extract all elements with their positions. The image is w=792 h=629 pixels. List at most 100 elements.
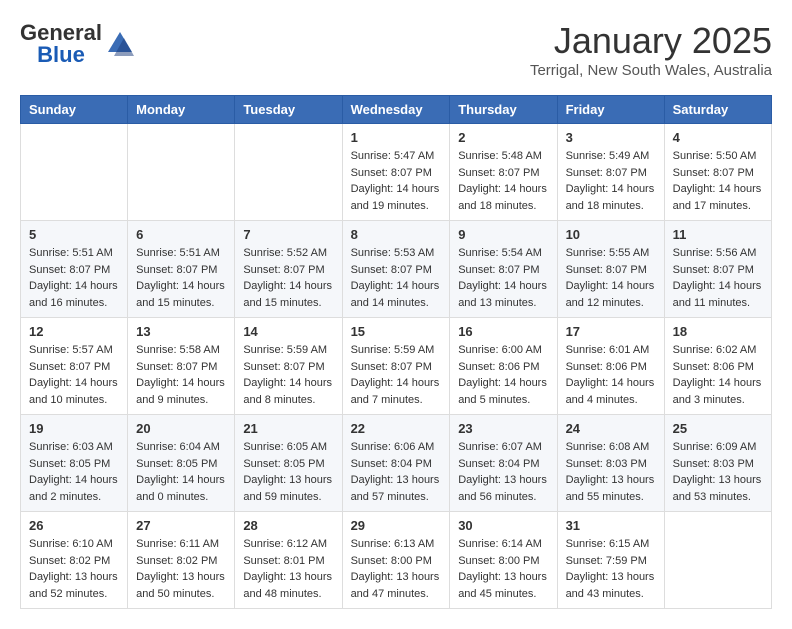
calendar-cell: 28 Sunrise: 6:12 AM Sunset: 8:01 PM Dayli… [235,512,342,609]
weekday-header-monday: Monday [128,96,235,124]
day-number: 20 [136,421,226,436]
day-number: 26 [29,518,119,533]
day-info: Sunrise: 5:48 AM Sunset: 8:07 PM Dayligh… [458,148,548,214]
weekday-header-tuesday: Tuesday [235,96,342,124]
day-number: 22 [351,421,442,436]
day-info: Sunrise: 5:50 AM Sunset: 8:07 PM Dayligh… [673,148,763,214]
day-info: Sunrise: 5:51 AM Sunset: 8:07 PM Dayligh… [136,245,226,311]
day-info: Sunrise: 6:05 AM Sunset: 8:05 PM Dayligh… [243,439,333,505]
day-number: 5 [29,227,119,242]
week-row-1: 1 Sunrise: 5:47 AM Sunset: 8:07 PM Daylig… [21,124,772,221]
calendar-cell: 26 Sunrise: 6:10 AM Sunset: 8:02 PM Dayli… [21,512,128,609]
day-info: Sunrise: 6:00 AM Sunset: 8:06 PM Dayligh… [458,342,548,408]
day-info: Sunrise: 5:52 AM Sunset: 8:07 PM Dayligh… [243,245,333,311]
day-info: Sunrise: 5:56 AM Sunset: 8:07 PM Dayligh… [673,245,763,311]
day-number: 10 [566,227,656,242]
day-info: Sunrise: 6:06 AM Sunset: 8:04 PM Dayligh… [351,439,442,505]
day-number: 7 [243,227,333,242]
calendar-cell: 2 Sunrise: 5:48 AM Sunset: 8:07 PM Daylig… [450,124,557,221]
calendar-cell: 3Sunrise: 5:49 AM Sunset: 8:07 PM Daylig… [557,124,664,221]
day-info: Sunrise: 5:51 AM Sunset: 8:07 PM Dayligh… [29,245,119,311]
day-info: Sunrise: 6:03 AM Sunset: 8:05 PM Dayligh… [29,439,119,505]
week-row-3: 12Sunrise: 5:57 AM Sunset: 8:07 PM Dayli… [21,318,772,415]
day-info: Sunrise: 6:15 AM Sunset: 7:59 PM Dayligh… [566,536,656,602]
weekday-header-friday: Friday [557,96,664,124]
day-number: 6 [136,227,226,242]
calendar-cell: 31 Sunrise: 6:15 AM Sunset: 7:59 PM Dayli… [557,512,664,609]
calendar-cell: 15 Sunrise: 5:59 AM Sunset: 8:07 PM Dayli… [342,318,450,415]
day-number: 14 [243,324,333,339]
title-block: January 2025 Terrigal, New South Wales, … [530,20,772,79]
calendar-cell: 24 Sunrise: 6:08 AM Sunset: 8:03 PM Dayli… [557,415,664,512]
month-title: January 2025 [530,20,772,62]
day-info: Sunrise: 5:55 AM Sunset: 8:07 PM Dayligh… [566,245,656,311]
logo-icon [106,30,134,58]
logo-blue: Blue [37,42,85,68]
day-info: Sunrise: 5:49 AM Sunset: 8:07 PM Dayligh… [566,148,656,214]
calendar-cell: 14Sunrise: 5:59 AM Sunset: 8:07 PM Dayli… [235,318,342,415]
calendar-cell: 19 Sunrise: 6:03 AM Sunset: 8:05 PM Dayli… [21,415,128,512]
day-info: Sunrise: 5:53 AM Sunset: 8:07 PM Dayligh… [351,245,442,311]
day-number: 4 [673,130,763,145]
day-info: Sunrise: 6:14 AM Sunset: 8:00 PM Dayligh… [458,536,548,602]
day-info: Sunrise: 6:11 AM Sunset: 8:02 PM Dayligh… [136,536,226,602]
calendar-cell: 16 Sunrise: 6:00 AM Sunset: 8:06 PM Dayli… [450,318,557,415]
day-info: Sunrise: 6:13 AM Sunset: 8:00 PM Dayligh… [351,536,442,602]
calendar-cell: 23Sunrise: 6:07 AM Sunset: 8:04 PM Dayli… [450,415,557,512]
calendar-cell: 25Sunrise: 6:09 AM Sunset: 8:03 PM Dayli… [664,415,771,512]
day-number: 19 [29,421,119,436]
calendar-cell: 30 Sunrise: 6:14 AM Sunset: 8:00 PM Dayli… [450,512,557,609]
calendar-cell [21,124,128,221]
weekday-header-saturday: Saturday [664,96,771,124]
day-number: 31 [566,518,656,533]
day-number: 2 [458,130,548,145]
day-number: 9 [458,227,548,242]
day-number: 29 [351,518,442,533]
day-info: Sunrise: 5:47 AM Sunset: 8:07 PM Dayligh… [351,148,442,214]
week-row-2: 5 Sunrise: 5:51 AM Sunset: 8:07 PM Daylig… [21,221,772,318]
day-number: 25 [673,421,763,436]
calendar-cell: 22 Sunrise: 6:06 AM Sunset: 8:04 PM Dayli… [342,415,450,512]
week-row-4: 19 Sunrise: 6:03 AM Sunset: 8:05 PM Dayli… [21,415,772,512]
day-number: 28 [243,518,333,533]
weekday-header-sunday: Sunday [21,96,128,124]
calendar-cell: 21 Sunrise: 6:05 AM Sunset: 8:05 PM Dayli… [235,415,342,512]
day-number: 1 [351,130,442,145]
calendar-cell: 6 Sunrise: 5:51 AM Sunset: 8:07 PM Daylig… [128,221,235,318]
calendar-cell: 18 Sunrise: 6:02 AM Sunset: 8:06 PM Dayli… [664,318,771,415]
calendar-cell: 27 Sunrise: 6:11 AM Sunset: 8:02 PM Dayli… [128,512,235,609]
day-info: Sunrise: 6:10 AM Sunset: 8:02 PM Dayligh… [29,536,119,602]
day-info: Sunrise: 6:12 AM Sunset: 8:01 PM Dayligh… [243,536,333,602]
calendar-cell: 20Sunrise: 6:04 AM Sunset: 8:05 PM Dayli… [128,415,235,512]
calendar-cell [235,124,342,221]
calendar-cell: 11 Sunrise: 5:56 AM Sunset: 8:07 PM Dayli… [664,221,771,318]
day-info: Sunrise: 5:59 AM Sunset: 8:07 PM Dayligh… [351,342,442,408]
day-number: 18 [673,324,763,339]
calendar-cell: 29 Sunrise: 6:13 AM Sunset: 8:00 PM Dayli… [342,512,450,609]
calendar-cell [664,512,771,609]
day-number: 30 [458,518,548,533]
day-info: Sunrise: 6:08 AM Sunset: 8:03 PM Dayligh… [566,439,656,505]
calendar-table: SundayMondayTuesdayWednesdayThursdayFrid… [20,95,772,609]
day-number: 24 [566,421,656,436]
calendar-cell: 8Sunrise: 5:53 AM Sunset: 8:07 PM Daylig… [342,221,450,318]
day-number: 16 [458,324,548,339]
day-info: Sunrise: 6:01 AM Sunset: 8:06 PM Dayligh… [566,342,656,408]
day-info: Sunrise: 6:02 AM Sunset: 8:06 PM Dayligh… [673,342,763,408]
calendar-cell: 7 Sunrise: 5:52 AM Sunset: 8:07 PM Daylig… [235,221,342,318]
calendar-cell: 9Sunrise: 5:54 AM Sunset: 8:07 PM Daylig… [450,221,557,318]
page-header: General Blue January 2025 Terrigal, New … [20,20,772,79]
day-info: Sunrise: 5:57 AM Sunset: 8:07 PM Dayligh… [29,342,119,408]
day-number: 11 [673,227,763,242]
logo: General Blue [20,20,134,68]
day-number: 15 [351,324,442,339]
calendar-cell: 4 Sunrise: 5:50 AM Sunset: 8:07 PM Daylig… [664,124,771,221]
day-number: 13 [136,324,226,339]
calendar-cell: 13Sunrise: 5:58 AM Sunset: 8:07 PM Dayli… [128,318,235,415]
weekday-header-thursday: Thursday [450,96,557,124]
day-number: 27 [136,518,226,533]
day-number: 21 [243,421,333,436]
calendar-cell: 5 Sunrise: 5:51 AM Sunset: 8:07 PM Daylig… [21,221,128,318]
weekday-header-row: SundayMondayTuesdayWednesdayThursdayFrid… [21,96,772,124]
calendar-cell: 1 Sunrise: 5:47 AM Sunset: 8:07 PM Daylig… [342,124,450,221]
